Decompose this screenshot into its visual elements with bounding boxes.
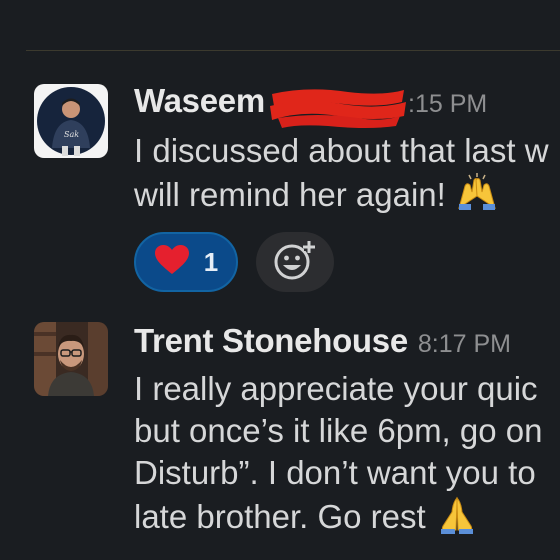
reactions-bar: 1 xyxy=(134,232,334,292)
message-time-2[interactable]: 8:17 PM xyxy=(418,330,511,359)
message-line-text: will remind her again! xyxy=(134,176,446,213)
message-line: I really appreciate your quic xyxy=(134,370,538,407)
raising-hands-icon xyxy=(455,172,499,222)
add-emoji-icon xyxy=(273,239,317,286)
message-text-2: I really appreciate your quic but once’s… xyxy=(134,368,560,536)
message-line-with-emoji: late brother. Go rest xyxy=(134,494,560,536)
message-header-2: Trent Stonehouse 8:17 PM xyxy=(134,322,511,360)
message-header-1: Waseem xyxy=(134,82,265,120)
divider xyxy=(26,50,560,51)
avatar-image: Sak xyxy=(34,84,108,158)
message-line-with-emoji: will remind her again! xyxy=(134,172,560,214)
avatar-image xyxy=(34,322,108,396)
message-line-text: late brother. Go rest xyxy=(134,498,426,535)
avatar-trent[interactable] xyxy=(34,322,108,396)
reaction-count: 1 xyxy=(203,246,219,277)
folded-hands-icon xyxy=(435,494,479,544)
heart-icon xyxy=(154,244,190,281)
svg-text:Sak: Sak xyxy=(64,130,79,139)
reaction-heart-button[interactable]: 1 xyxy=(134,232,238,292)
redaction-mark xyxy=(268,82,408,132)
message-text-1: I discussed about that last w will remin… xyxy=(134,130,560,214)
author-name[interactable]: Waseem xyxy=(134,82,265,120)
add-reaction-button[interactable] xyxy=(256,232,334,292)
avatar-waseem[interactable]: Sak xyxy=(34,84,108,158)
message-line: but once’s it like 6pm, go on xyxy=(134,412,543,449)
message-time-1[interactable]: :15 PM xyxy=(408,90,487,119)
message-line: I discussed about that last w xyxy=(134,132,549,169)
message-line: Disturb”. I don’t want you to xyxy=(134,454,536,491)
author-name[interactable]: Trent Stonehouse xyxy=(134,322,408,360)
